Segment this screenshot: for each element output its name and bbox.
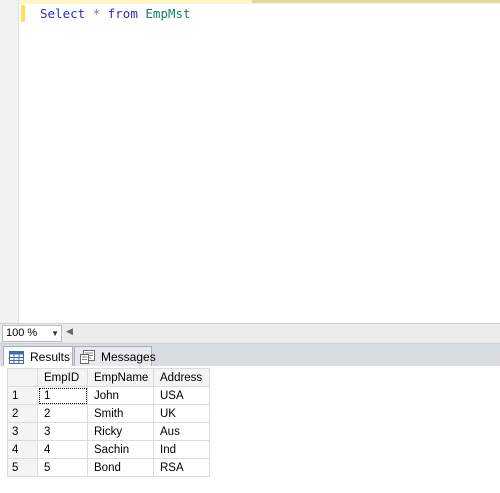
results-grid: EmpID EmpName Address 1 1 John USA 2 2 S… xyxy=(7,368,210,477)
change-marker xyxy=(21,5,25,22)
table-cell[interactable]: 4 xyxy=(37,440,88,459)
table-row: 1 1 John USA xyxy=(7,386,210,405)
editor-gutter xyxy=(0,0,19,323)
table-name: EmpMst xyxy=(145,6,191,21)
table-cell[interactable]: USA xyxy=(153,386,210,405)
table-cell[interactable]: Sachin xyxy=(87,440,154,459)
table-cell[interactable]: Bond xyxy=(87,458,154,477)
zoom-bar: 100 % ▼ ◀ xyxy=(0,323,500,344)
table-row: 3 3 Ricky Aus xyxy=(7,422,210,441)
table-cell[interactable]: 3 xyxy=(37,422,88,441)
table-cell[interactable]: 5 xyxy=(37,458,88,477)
table-row: 4 4 Sachin Ind xyxy=(7,440,210,459)
column-header-empid[interactable]: EmpID xyxy=(37,368,88,387)
table-cell[interactable]: Smith xyxy=(87,404,154,423)
table-cell[interactable]: 1 xyxy=(37,386,88,405)
chevron-down-icon[interactable]: ▼ xyxy=(51,326,59,341)
table-row: 5 5 Bond RSA xyxy=(7,458,210,477)
scroll-left-icon[interactable]: ◀ xyxy=(66,326,73,337)
zoom-value: 100 % xyxy=(6,327,38,339)
row-number[interactable]: 4 xyxy=(7,440,38,459)
table-cell[interactable]: Aus xyxy=(153,422,210,441)
tab-results[interactable]: Results xyxy=(3,346,73,367)
query-line[interactable]: Select * from EmpMst xyxy=(40,6,191,22)
column-header-empname[interactable]: EmpName xyxy=(87,368,154,387)
table-cell[interactable]: 2 xyxy=(37,404,88,423)
row-number[interactable]: 5 xyxy=(7,458,38,477)
table-row: 2 2 Smith UK xyxy=(7,404,210,423)
grid-corner[interactable] xyxy=(7,368,38,387)
zoom-select[interactable]: 100 % ▼ xyxy=(2,325,62,342)
editor-top-bar-accent xyxy=(252,0,500,3)
table-cell[interactable]: John xyxy=(87,386,154,405)
column-header-address[interactable]: Address xyxy=(153,368,210,387)
query-editor[interactable]: Select * from EmpMst xyxy=(0,0,500,323)
table-cell[interactable]: Ind xyxy=(153,440,210,459)
results-tabstrip: Results Messages xyxy=(0,344,500,367)
table-cell[interactable]: UK xyxy=(153,404,210,423)
row-number[interactable]: 3 xyxy=(7,422,38,441)
results-grid-area: EmpID EmpName Address 1 1 John USA 2 2 S… xyxy=(0,366,500,493)
tab-messages[interactable]: Messages xyxy=(74,346,156,366)
table-cell[interactable]: RSA xyxy=(153,458,210,477)
tab-messages-label: Messages xyxy=(101,350,156,364)
keyword-from: from xyxy=(107,6,138,21)
header-row: EmpID EmpName Address xyxy=(7,368,210,387)
table-cell[interactable]: Ricky xyxy=(87,422,154,441)
row-number[interactable]: 1 xyxy=(7,386,38,405)
keyword-select: Select xyxy=(40,6,86,21)
row-number[interactable]: 2 xyxy=(7,404,38,423)
tab-results-label: Results xyxy=(30,350,71,364)
